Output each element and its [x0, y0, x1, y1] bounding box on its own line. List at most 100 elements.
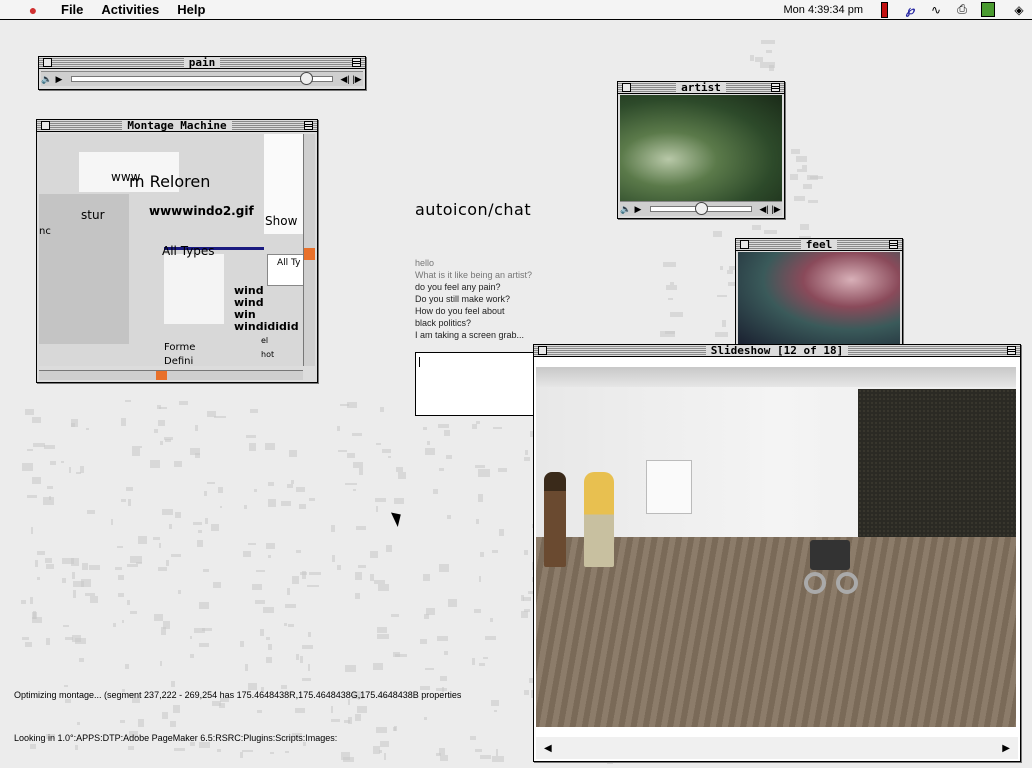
menubar: ● File Activities Help Mon 4:39:34 pm ℘ …	[0, 0, 1032, 20]
apple-menu-icon[interactable]: ●	[22, 2, 44, 18]
menu-activities[interactable]: Activities	[92, 2, 168, 17]
close-box-icon[interactable]	[622, 83, 631, 92]
vertical-scrollbar[interactable]	[303, 134, 315, 366]
desktop-streak	[22, 636, 30, 641]
step-back-icon[interactable]: ◀|	[758, 204, 770, 215]
desktop-streak	[490, 700, 499, 707]
desktop-streak	[124, 400, 132, 403]
montage-fragment: wwwwindo2.gif	[149, 204, 254, 218]
desktop-streak	[179, 401, 188, 405]
slider-thumb[interactable]	[300, 72, 313, 85]
window-title: artist	[676, 82, 726, 93]
desktop-streak	[296, 550, 301, 553]
artist-video	[620, 95, 782, 202]
application-menu-icon[interactable]: ◈	[1009, 2, 1029, 18]
play-icon[interactable]: ▶	[632, 204, 644, 215]
desktop-streak	[752, 225, 762, 231]
step-forward-icon[interactable]: |▶	[770, 204, 782, 215]
script-icon[interactable]: ℘	[900, 2, 920, 18]
desktop-streak	[280, 684, 288, 689]
desktop-streak	[87, 509, 96, 515]
desktop-streak	[438, 423, 450, 429]
montage-canvas: www m Reloren wwwwindo2.gif Show All Typ…	[39, 134, 305, 366]
zoom-box-icon[interactable]	[352, 58, 361, 67]
desktop-streak	[347, 452, 355, 459]
desktop-streak	[285, 750, 289, 753]
desktop-streak	[299, 571, 307, 575]
volume-icon[interactable]: 🔈	[41, 74, 53, 85]
close-box-icon[interactable]	[41, 121, 50, 130]
montage-titlebar[interactable]: Montage Machine	[37, 120, 317, 132]
artist-titlebar[interactable]: artist	[618, 82, 784, 94]
desktop-streak	[89, 565, 100, 570]
slideshow-window[interactable]: Slideshow [12 of 18] ◀ ▶	[533, 344, 1021, 762]
desktop-streak	[86, 427, 90, 431]
close-box-icon[interactable]	[538, 346, 547, 355]
slider-thumb[interactable]	[695, 202, 708, 215]
desktop-streak	[162, 621, 170, 629]
step-back-icon[interactable]: ◀|	[339, 74, 351, 85]
chat-input[interactable]	[415, 352, 535, 416]
desktop-streak	[381, 448, 392, 453]
desktop-streak	[131, 448, 140, 457]
montage-window[interactable]: Montage Machine www m Reloren wwwwindo2.…	[36, 119, 318, 383]
montage-fragment: el	[261, 336, 269, 345]
desktop-streak	[480, 552, 484, 558]
window-title: Montage Machine	[122, 120, 232, 131]
desktop-streak	[79, 466, 85, 473]
desktop-streak	[32, 417, 42, 424]
play-icon[interactable]: ▶	[53, 74, 65, 85]
battery-icon[interactable]	[874, 1, 894, 18]
desktop-streak	[249, 443, 256, 451]
desktop-streak	[64, 684, 68, 687]
desktop-streak	[259, 629, 264, 637]
desktop-streak	[77, 721, 80, 725]
desktop-streak	[663, 262, 676, 268]
artist-window[interactable]: artist 🔈 ▶ ◀| |▶	[617, 81, 785, 219]
desktop-streak	[474, 609, 482, 613]
desktop-streak	[197, 539, 203, 548]
desktop-streak	[125, 487, 134, 491]
step-forward-icon[interactable]: |▶	[351, 74, 363, 85]
zoom-box-icon[interactable]	[1007, 346, 1016, 355]
slideshow-titlebar[interactable]: Slideshow [12 of 18]	[534, 345, 1020, 357]
horizontal-scrollbar[interactable]	[39, 370, 303, 380]
previous-slide-icon[interactable]: ◀	[544, 743, 552, 754]
finder-icon[interactable]	[978, 2, 998, 18]
pain-window[interactable]: pain 🔈 ▶ ◀| |▶	[38, 56, 366, 90]
scroll-thumb[interactable]	[156, 371, 167, 380]
close-box-icon[interactable]	[740, 240, 749, 249]
desktop-streak	[204, 491, 208, 497]
zoom-box-icon[interactable]	[304, 121, 313, 130]
feel-window[interactable]: feel	[735, 238, 903, 346]
desktop-streak	[800, 224, 810, 230]
printer-icon[interactable]: ⎙	[952, 2, 972, 18]
pain-titlebar[interactable]: pain	[39, 57, 365, 69]
chat-line: Do you still make work?	[415, 294, 511, 304]
playback-slider[interactable]	[650, 202, 752, 215]
desktop-streak	[308, 497, 316, 501]
desktop-streak	[342, 756, 355, 763]
desktop-streak	[117, 574, 124, 580]
chat-line: hello	[415, 258, 435, 268]
desktop-streak	[157, 404, 161, 409]
menu-file[interactable]: File	[52, 2, 92, 17]
desktop-streak	[49, 461, 57, 465]
desktop-streak	[206, 481, 216, 485]
desktop-streak	[46, 637, 51, 645]
menu-help[interactable]: Help	[168, 2, 214, 17]
desktop-streak	[521, 610, 529, 618]
controlstrip-icon[interactable]: ∿	[926, 2, 946, 18]
desktop-streak	[802, 165, 808, 172]
close-box-icon[interactable]	[43, 58, 52, 67]
desktop-streak	[523, 550, 529, 556]
menubar-clock[interactable]: Mon 4:39:34 pm	[784, 4, 864, 16]
volume-icon[interactable]: 🔈	[620, 204, 632, 215]
next-slide-icon[interactable]: ▶	[1002, 743, 1010, 754]
playback-slider[interactable]	[71, 72, 333, 85]
zoom-box-icon[interactable]	[771, 83, 780, 92]
feel-titlebar[interactable]: feel	[736, 239, 902, 251]
desktop-streak	[112, 623, 116, 627]
zoom-box-icon[interactable]	[889, 240, 898, 249]
scroll-thumb[interactable]	[304, 248, 315, 260]
